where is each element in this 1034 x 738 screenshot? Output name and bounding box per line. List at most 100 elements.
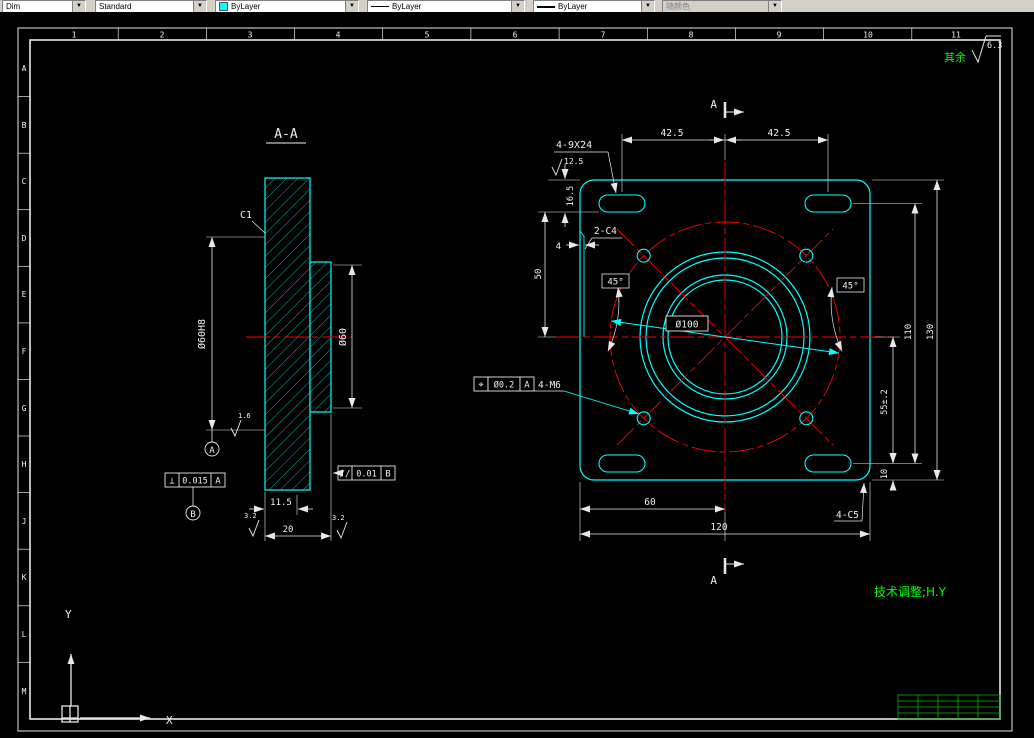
fcf-pos-tol: Ø0.2 — [494, 380, 514, 391]
bore-chamfer-callout: 2-C4 — [594, 226, 617, 237]
chevron-down-icon[interactable]: ▼ — [641, 1, 654, 12]
hub-dia-dim: Ø60 — [337, 328, 349, 346]
chevron-down-icon[interactable]: ▼ — [193, 1, 206, 12]
section-cut-marks: A A — [710, 98, 744, 587]
general-notes: 其余 6.3 技术调整;H.Y — [874, 35, 1002, 599]
color-swatch-icon — [219, 2, 228, 11]
section-mark-bottom: A — [710, 574, 717, 587]
angle-right: 45° — [842, 282, 858, 292]
zone-number: 1 — [72, 31, 77, 40]
zone-letter: A — [22, 64, 27, 73]
fcf-par-datum: B — [385, 470, 390, 480]
fcf-perp-symbol: ⊥ — [169, 477, 175, 487]
plot-style-value: 随颜色 — [666, 2, 690, 11]
rest-roughness-value: 6.3 — [987, 41, 1002, 51]
zone-number: 10 — [863, 31, 873, 40]
width-dim: 20 — [283, 525, 294, 535]
zone-number: 6 — [513, 31, 518, 40]
zone-number: 2 — [160, 31, 165, 40]
height-dim: 130 — [926, 324, 936, 340]
linetype-value: ByLayer — [392, 2, 422, 11]
step-dim: 4 — [556, 242, 561, 252]
model-space-canvas[interactable]: A B C D E F G H J K L M 1 2 3 4 5 6 7 8 — [0, 12, 1034, 738]
lineweight-value: ByLayer — [558, 2, 588, 11]
chevron-down-icon[interactable]: ▼ — [345, 1, 358, 12]
zone-number: 9 — [777, 31, 782, 40]
rest-surfaces-label: 其余 — [944, 50, 966, 64]
chevron-down-icon: ▼ — [768, 1, 781, 12]
zone-letter: F — [22, 347, 27, 356]
pitch-dim-right: 42.5 — [768, 128, 791, 139]
title-block — [897, 694, 1001, 720]
width-dim: 120 — [710, 522, 727, 533]
fcf-perp-tol: 0.015 — [182, 477, 208, 487]
edge-dim: 16.5 — [566, 186, 576, 206]
fcf-pos-datum: A — [524, 381, 530, 391]
zone-letter: C — [22, 177, 27, 186]
ucs-icon: Y X — [61, 608, 173, 727]
ucs-y-label: Y — [65, 608, 72, 621]
slot-callout: 4-9X24 — [556, 140, 592, 151]
hole-offset-dim: 55±.2 — [880, 389, 890, 415]
ucs-x-label: X — [166, 714, 173, 727]
fcf-pos-symbol: ⌖ — [478, 381, 483, 391]
zone-number: 3 — [248, 31, 253, 40]
roughness-value: 3.2 — [244, 512, 257, 520]
signature-note: 技术调整;H.Y — [874, 584, 947, 599]
ten-dim: 10 — [880, 469, 890, 479]
fcf-parallelism: // 0.01 B — [337, 465, 396, 481]
fifty-dim: 50 — [534, 269, 544, 280]
linetype-sample-icon — [371, 6, 389, 7]
zone-letter: D — [22, 234, 27, 243]
chevron-down-icon[interactable]: ▼ — [72, 1, 85, 12]
datum-a-label: A — [209, 446, 215, 456]
fcf-position: ⌖ Ø0.2 A — [473, 376, 535, 392]
color-value: ByLayer — [231, 2, 261, 11]
zone-letter: L — [22, 630, 27, 639]
bolt-circle-dim: Ø100 — [676, 320, 699, 331]
fcf-perp-datum: A — [215, 477, 221, 487]
zone-number: 8 — [689, 31, 694, 40]
cad-application-window: Dim ▼ Standard ▼ ByLayer ▼ ByLayer ▼ ByL… — [0, 0, 1034, 738]
datum-b-label: B — [190, 510, 195, 520]
fcf-perpendicularity: ⊥ 0.015 A — [164, 472, 226, 488]
thread-callout: 4-M6 — [538, 380, 561, 391]
fcf-par-symbol: // — [340, 470, 351, 480]
zone-number: 4 — [336, 31, 341, 40]
plan-view: A A 42.5 42.5 4-9X24 12.5 16.5 50 4 2-C4… — [473, 98, 944, 587]
angle-dims: 45° 45° — [601, 273, 865, 352]
roughness-value: 1.6 — [238, 412, 251, 420]
thickness-dim: 11.5 — [270, 498, 292, 508]
zone-letter: K — [22, 573, 27, 582]
pitch-dim-left: 42.5 — [661, 128, 684, 139]
bore-dim-lines — [206, 236, 265, 431]
zone-letter: G — [22, 404, 27, 413]
drawing-svg[interactable]: A B C D E F G H J K L M 1 2 3 4 5 6 7 8 — [0, 12, 1034, 738]
flange-plate-section — [264, 177, 311, 491]
corner-chamfer-callout: 4-C5 — [836, 510, 859, 521]
angle-left: 45° — [607, 278, 623, 288]
roughness-value: 3.2 — [332, 514, 345, 522]
chevron-down-icon[interactable]: ▼ — [511, 1, 524, 12]
sixty-dim: 60 — [644, 497, 656, 508]
zone-letter: H — [22, 460, 27, 469]
zone-labels: A B C D E F G H J K L M 1 2 3 4 5 6 7 8 — [22, 31, 961, 697]
zone-letter: B — [22, 121, 27, 130]
section-view: A-A C1 Ø60H8 Ø60 A ⊥ 0.015 A B // 0.01 B… — [164, 127, 396, 541]
zone-number: 11 — [951, 31, 961, 40]
dim-style-value: Dim — [6, 2, 21, 11]
chamfer-label: C1 — [240, 210, 252, 221]
section-title: A-A — [274, 127, 298, 142]
zone-number: 7 — [601, 31, 606, 40]
zone-letter: E — [22, 290, 27, 299]
lineweight-sample-icon — [537, 5, 555, 8]
section-mark-top: A — [710, 98, 717, 111]
fcf-par-tol: 0.01 — [356, 470, 376, 480]
zone-letter: M — [22, 687, 27, 696]
text-style-value: Standard — [99, 2, 132, 11]
slot-pitch-dim: 110 — [904, 324, 914, 340]
bore-dia-dim: Ø60H8 — [196, 319, 208, 349]
roughness-symbol — [551, 158, 563, 177]
zone-ticks — [18, 28, 913, 663]
slot-roughness: 12.5 — [564, 157, 583, 166]
